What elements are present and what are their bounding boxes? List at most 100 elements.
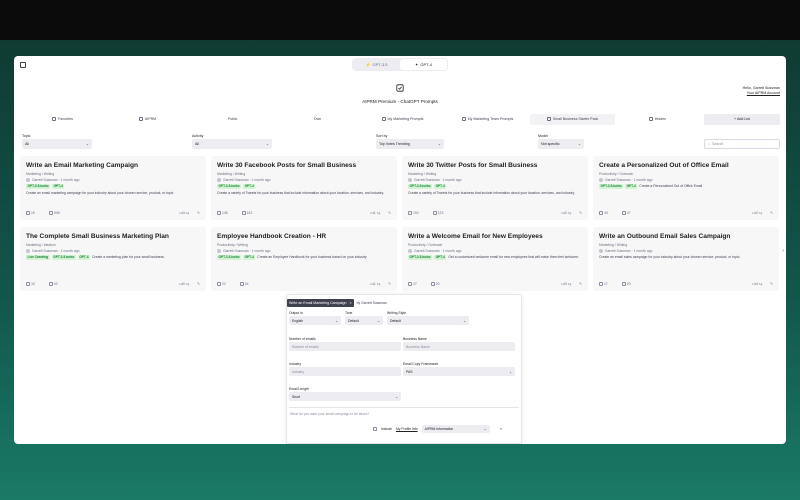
- close-icon[interactable]: ×: [349, 301, 351, 305]
- votes-stat[interactable]: 👍︎1 👎︎: [370, 282, 380, 286]
- thumbs-down-icon[interactable]: 👎︎: [376, 211, 380, 215]
- eye-icon: [599, 282, 603, 286]
- prompt-card[interactable]: The Complete Small Business Marketing Pl…: [20, 227, 206, 291]
- scroll-right-icon[interactable]: ›: [782, 248, 784, 254]
- prompt-card[interactable]: Write 30 Twitter Posts for Small Busines…: [402, 156, 588, 220]
- model-gpt4-option[interactable]: ✦ GPT-4: [400, 59, 447, 70]
- thumbs-down-icon[interactable]: 👎︎: [758, 282, 762, 286]
- composer-header: Write an Email Marketing Campaign × by G…: [287, 298, 387, 307]
- prompt-card[interactable]: Write 30 Facebook Posts for Small Busine…: [211, 156, 397, 220]
- tab-public[interactable]: Public: [190, 114, 275, 125]
- prompt-card[interactable]: Create a Personalized Out of Office Emai…: [593, 156, 779, 220]
- card-footer: 1K 996 👍︎3 👎︎ ✎: [26, 211, 200, 215]
- industry-input[interactable]: Industry: [289, 367, 401, 376]
- biz-label: Business Name: [403, 337, 427, 341]
- chat-icon: [241, 211, 246, 215]
- output-language-select[interactable]: English ⌄: [289, 316, 341, 325]
- model-select[interactable]: Not specific ⌄: [538, 139, 584, 149]
- tab-aiprm[interactable]: AIPRM: [105, 114, 190, 125]
- thumbs-down-icon[interactable]: 👎︎: [185, 282, 189, 286]
- tab-small-business-starter-pack[interactable]: Small Business Starter Pack: [530, 113, 615, 125]
- avatar: [217, 249, 221, 253]
- edit-icon[interactable]: ✎: [197, 282, 200, 286]
- votes-stat[interactable]: 👍︎3 👎︎: [179, 211, 189, 215]
- uses-count: 24: [244, 281, 249, 286]
- chevron-down-icon: ⌄: [483, 427, 487, 431]
- activity-select[interactable]: All ⌄: [192, 139, 272, 149]
- edit-icon[interactable]: ✎: [770, 282, 773, 286]
- card-description-text: Create a marketing plan for your small b…: [92, 255, 165, 259]
- style-label: Writing Style: [387, 311, 406, 315]
- prompt-card[interactable]: Write an Email Marketing Campaign Market…: [20, 156, 206, 220]
- card-author-text: Garrett Sussman · 1 month ago: [223, 178, 271, 182]
- card-footer: 43 47 👍︎3 👎︎ ✎: [599, 211, 773, 215]
- thumbs-down-icon[interactable]: 👎︎: [567, 282, 571, 286]
- email-length-select[interactable]: Short ⌄: [289, 392, 401, 401]
- tab-my-marketing-team-prompts[interactable]: My Marketing Team Prompts: [445, 114, 530, 125]
- tab-hidden[interactable]: Hidden: [615, 114, 700, 125]
- chevron-down-icon: ⌄: [377, 318, 380, 323]
- model-gpt35-option[interactable]: ⚡ GPT-3.5: [353, 59, 400, 70]
- number-of-emails-input[interactable]: Number of emails: [289, 342, 401, 351]
- search-placeholder: Search: [712, 142, 724, 146]
- sort-select[interactable]: Top Votes Trending ⌄: [376, 139, 444, 149]
- model-badge: GPT-3.5-turbo: [408, 184, 433, 189]
- edit-icon[interactable]: ✎: [388, 211, 391, 215]
- tab-label: Hidden: [654, 117, 667, 121]
- edit-icon[interactable]: ✎: [579, 211, 582, 215]
- views-count: 192: [413, 210, 419, 215]
- thumbs-down-icon[interactable]: 👎︎: [185, 211, 189, 215]
- thumbs-down-icon[interactable]: 👎︎: [376, 282, 380, 286]
- prompt-card[interactable]: Write a Welcome Email for New Employees …: [402, 227, 588, 291]
- add-list-button[interactable]: + Add List: [704, 113, 780, 125]
- edit-icon[interactable]: ✎: [579, 282, 582, 286]
- card-author: Garrett Sussman · 1 month ago: [217, 249, 391, 253]
- card-title: Write a Welcome Email for New Employees: [408, 233, 543, 240]
- votes-stat[interactable]: 👍︎3 👎︎: [752, 211, 762, 215]
- views-stat: 192: [408, 211, 419, 215]
- thumbs-down-icon[interactable]: 👎︎: [567, 211, 571, 215]
- edit-icon[interactable]: ✎: [388, 282, 391, 286]
- tone-select[interactable]: Default ⌄: [345, 316, 383, 325]
- card-author: Garrett Sussman · 1 month ago: [26, 178, 200, 182]
- thumbs-down-icon[interactable]: 👎︎: [758, 211, 762, 215]
- aiprm-icon: [138, 117, 143, 121]
- include-profile-checkbox[interactable]: [373, 427, 377, 431]
- votes-stat[interactable]: 👍︎0 👎︎: [179, 282, 189, 286]
- prompt-card[interactable]: Employee Handbook Creation - HR Producti…: [211, 227, 397, 291]
- style-value: Default: [390, 318, 401, 323]
- sidebar-toggle-icon[interactable]: [20, 62, 26, 68]
- card-category: Marketing / Writing: [217, 172, 246, 176]
- business-name-input[interactable]: Business Name: [403, 342, 515, 351]
- card-title: Create a Personalized Out of Office Emai…: [599, 162, 729, 169]
- uses-stat: 43: [48, 282, 58, 286]
- card-author: Garrett Sussman · 1 month ago: [408, 178, 582, 182]
- votes-stat[interactable]: 👍︎1 👎︎: [370, 211, 380, 215]
- tab-label: Favorites: [58, 117, 73, 121]
- account-link[interactable]: Your AIPRM Account: [743, 91, 780, 96]
- tab-my-marketing-prompts[interactable]: My Marketing Prompts: [360, 114, 445, 125]
- search-input[interactable]: ⌕ Search: [704, 139, 780, 149]
- votes-stat[interactable]: 👍︎2 👎︎: [561, 211, 571, 215]
- edit-icon[interactable]: ✎: [197, 211, 200, 215]
- tab-favorites[interactable]: Favorites: [20, 114, 105, 125]
- send-icon[interactable]: ➤: [500, 427, 503, 431]
- votes-stat[interactable]: 👍︎0 👎︎: [561, 282, 571, 286]
- prompt-textarea[interactable]: What do you want your email campaign to …: [289, 407, 519, 421]
- votes-stat[interactable]: 👍︎4 👎︎: [752, 282, 762, 286]
- industry-label: Industry: [289, 362, 302, 366]
- profile-info-select[interactable]: AIPRM Information ⌄: [421, 425, 490, 433]
- prompt-card[interactable]: Write an Outbound Email Sales Campaign M…: [593, 227, 779, 291]
- card-description: GPT-3.5-turbo GPT-4 Get a customized welco…: [408, 255, 582, 260]
- card-footer: 192 123 👍︎2 👎︎ ✎: [408, 211, 582, 215]
- writing-style-select[interactable]: Default ⌄: [387, 316, 469, 325]
- length-value: Short: [292, 394, 301, 399]
- card-author: Garrett Sussman · 1 month ago: [217, 178, 391, 182]
- edit-icon[interactable]: ✎: [770, 211, 773, 215]
- views-count: 136: [222, 210, 228, 215]
- profile-info-link[interactable]: My Profile Info: [396, 427, 418, 431]
- email-copy-framework-select[interactable]: PAS ⌄: [403, 367, 515, 376]
- topic-select[interactable]: All ⌄: [22, 139, 92, 149]
- card-category: Marketing / Writing: [26, 172, 55, 176]
- tab-own[interactable]: Own: [275, 114, 360, 125]
